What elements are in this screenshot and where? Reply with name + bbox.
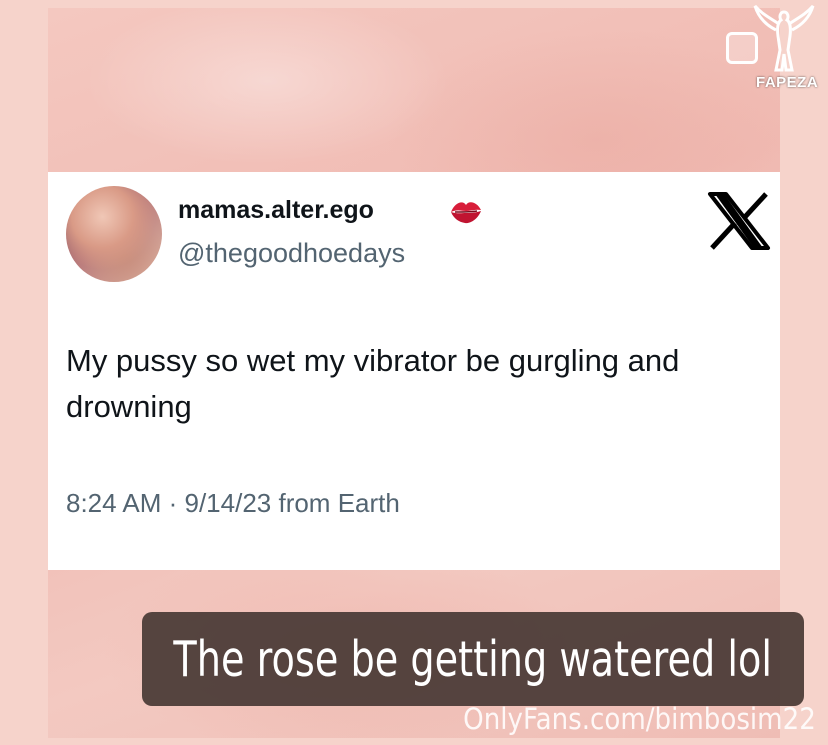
profile-avatar[interactable] xyxy=(66,186,162,282)
kiss-mark-icon xyxy=(451,202,481,224)
tweet-timestamp[interactable]: 8:24 AM · 9/14/23 from Earth xyxy=(66,488,400,519)
winged-figure-icon xyxy=(753,4,815,72)
display-name[interactable]: mamas.alter.ego xyxy=(178,196,374,225)
tweet-text: My pussy so wet my vibrator be gurgling … xyxy=(66,343,680,424)
user-handle[interactable]: @thegoodhoedays xyxy=(178,238,405,269)
fapeza-watermark: FAPEZA xyxy=(756,74,819,91)
onlyfans-watermark: OnlyFans.com/bimbosim22 xyxy=(463,702,816,736)
x-logo-icon[interactable] xyxy=(706,192,772,250)
caption-text: The rose be getting watered lol xyxy=(173,630,773,688)
caption-box: The rose be getting watered lol xyxy=(142,612,804,706)
